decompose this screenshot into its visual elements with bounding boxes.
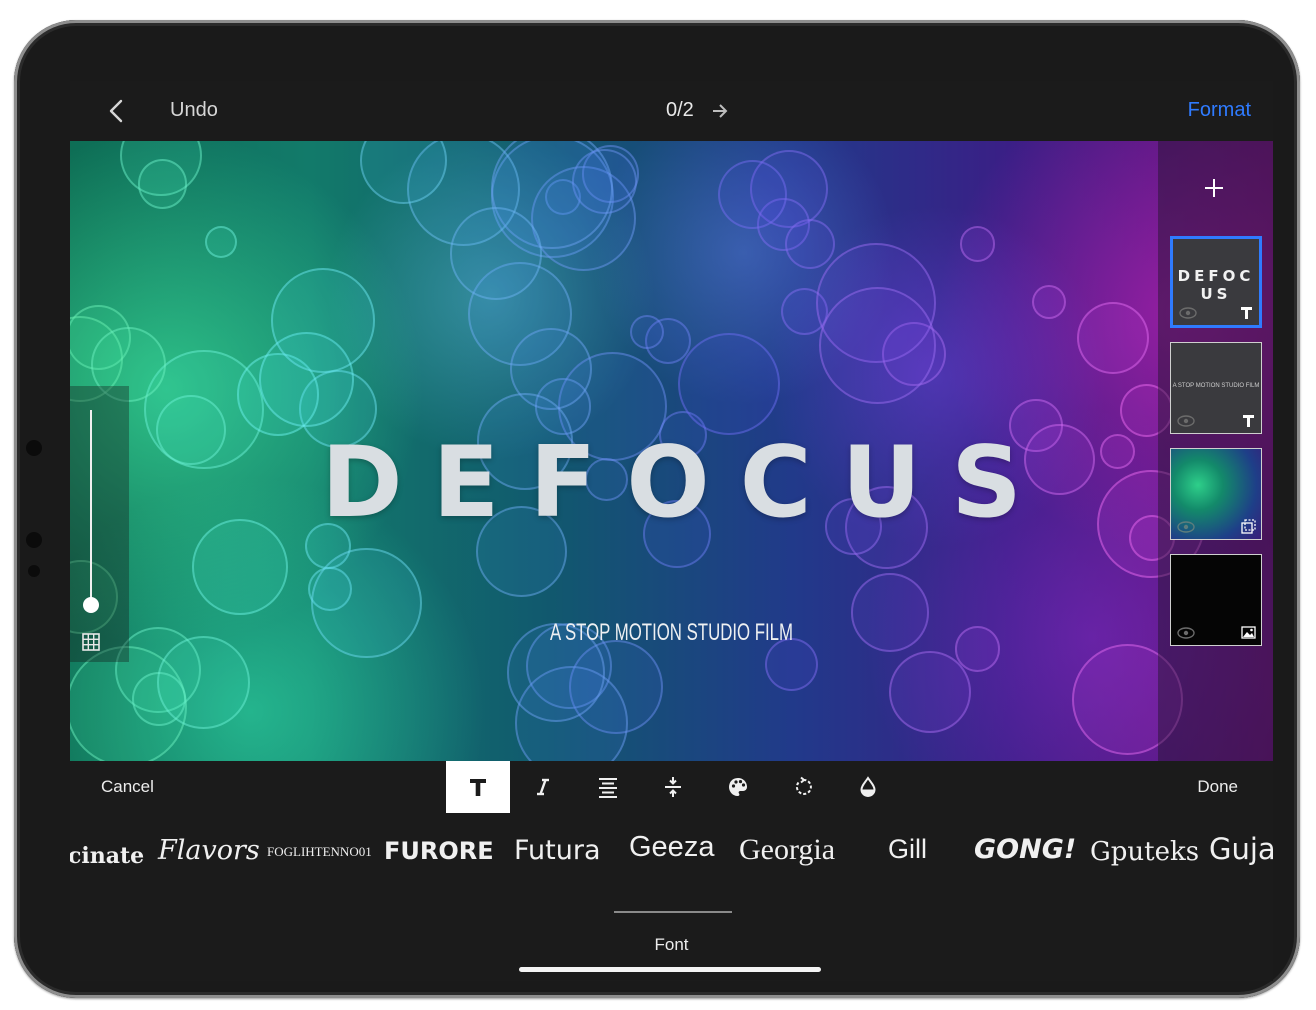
font-picker[interactable]: cinate Flavors FOGLIHTENNO01 FURORE Futu…: [70, 823, 1273, 887]
bokeh-circle: [717, 160, 787, 230]
font-tab-label[interactable]: Font: [70, 935, 1273, 955]
format-button[interactable]: Format: [1188, 99, 1251, 122]
undo-button[interactable]: Undo: [170, 99, 218, 122]
font-option[interactable]: Gputeks: [1090, 837, 1199, 867]
font-option[interactable]: Guja: [1209, 832, 1273, 866]
zoom-slider-knob[interactable]: [83, 597, 99, 613]
font-option[interactable]: FURORE: [384, 837, 494, 865]
zoom-slider-track[interactable]: [90, 410, 92, 606]
arrow-right-icon[interactable]: [711, 101, 729, 121]
layer-thumbnail-text: A STOP MOTION STUDIO FILM: [1172, 383, 1260, 389]
bokeh-circle: [449, 207, 543, 300]
bokeh-circle: [1031, 284, 1067, 319]
background-layer-icon: [1241, 519, 1256, 534]
palette-icon: [729, 778, 747, 796]
text-t-icon: [470, 779, 486, 796]
layer-thumbnail-title[interactable]: DEFOC US: [1170, 236, 1262, 328]
layer-thumbnail-image[interactable]: [1170, 554, 1262, 646]
ipad-frame: Undo 0/2 Format DEFOCUS A STOP MOTION ST…: [14, 20, 1300, 998]
editor-canvas[interactable]: DEFOCUS A STOP MOTION STUDIO FILM DEFOC …: [70, 141, 1273, 761]
font-option[interactable]: Flavors: [158, 835, 260, 866]
italic-tool-button[interactable]: [511, 761, 575, 813]
sensor-dot: [26, 532, 42, 548]
opacity-drop-icon: [860, 776, 876, 797]
bokeh-circle: [959, 226, 996, 262]
bokeh-circle: [630, 314, 665, 349]
subtitle-text[interactable]: A STOP MOTION STUDIO FILM: [250, 619, 1092, 647]
sensor-dot: [28, 565, 40, 577]
font-option[interactable]: GONG!: [974, 834, 1076, 865]
done-button[interactable]: Done: [1197, 777, 1238, 797]
selected-font-indicator: [614, 911, 732, 913]
camera-dot: [26, 440, 42, 456]
text-layer-icon: [1241, 307, 1252, 319]
grid-icon[interactable]: [81, 632, 101, 652]
font-tool-button[interactable]: [446, 761, 510, 813]
bokeh-circle: [784, 218, 836, 270]
font-option[interactable]: Futura: [514, 835, 601, 866]
font-option-selected[interactable]: Geeza: [629, 831, 714, 864]
italic-icon: [537, 778, 549, 796]
eye-icon[interactable]: [1177, 521, 1195, 533]
rotate-icon: [795, 776, 812, 795]
font-option[interactable]: cinate: [70, 843, 144, 869]
bokeh-circle: [137, 159, 187, 209]
bokeh-circle: [1076, 301, 1150, 375]
color-tool-button[interactable]: [706, 761, 770, 813]
align-center-icon: [599, 778, 617, 798]
spacing-tool-button[interactable]: [641, 761, 705, 813]
line-spacing-icon: [665, 777, 681, 797]
layer-thumbnail-background[interactable]: [1170, 448, 1262, 540]
font-option[interactable]: Gill: [888, 834, 927, 865]
zoom-slider-panel: [70, 386, 129, 662]
layers-panel: DEFOC US A STOP MOTION STUDIO FILM: [1158, 141, 1273, 761]
eye-icon[interactable]: [1177, 627, 1195, 639]
layer-thumbnail-subtitle[interactable]: A STOP MOTION STUDIO FILM: [1170, 342, 1262, 434]
bokeh-circle: [156, 635, 250, 729]
bokeh-circle: [818, 286, 937, 405]
app-screen: Undo 0/2 Format DEFOCUS A STOP MOTION ST…: [70, 81, 1273, 981]
home-indicator[interactable]: [519, 967, 821, 972]
font-option[interactable]: Georgia: [739, 833, 835, 867]
eye-icon[interactable]: [1179, 307, 1197, 319]
cancel-button[interactable]: Cancel: [101, 777, 154, 797]
text-layer-icon: [1243, 415, 1254, 427]
bokeh-circle: [889, 650, 972, 733]
text-tools-toolbar: Cancel Done: [70, 761, 1273, 813]
back-chevron-icon[interactable]: [104, 98, 130, 124]
opacity-tool-button[interactable]: [836, 761, 900, 813]
image-layer-icon: [1241, 626, 1256, 639]
add-layer-icon[interactable]: [1203, 177, 1225, 199]
eye-icon[interactable]: [1177, 415, 1195, 427]
bokeh-circle: [270, 268, 376, 373]
bokeh-circle: [678, 333, 781, 435]
page-counter: 0/2: [666, 99, 694, 121]
rotate-tool-button[interactable]: [771, 761, 835, 813]
font-option[interactable]: FOGLIHTENNO01: [267, 844, 372, 860]
align-tool-button[interactable]: [576, 761, 640, 813]
bokeh-circle: [204, 225, 237, 258]
layer-thumbnail-text: DEFOC US: [1177, 267, 1255, 303]
title-text[interactable]: DEFOCUS: [70, 426, 1273, 540]
top-bar: Undo 0/2 Format: [70, 81, 1273, 141]
